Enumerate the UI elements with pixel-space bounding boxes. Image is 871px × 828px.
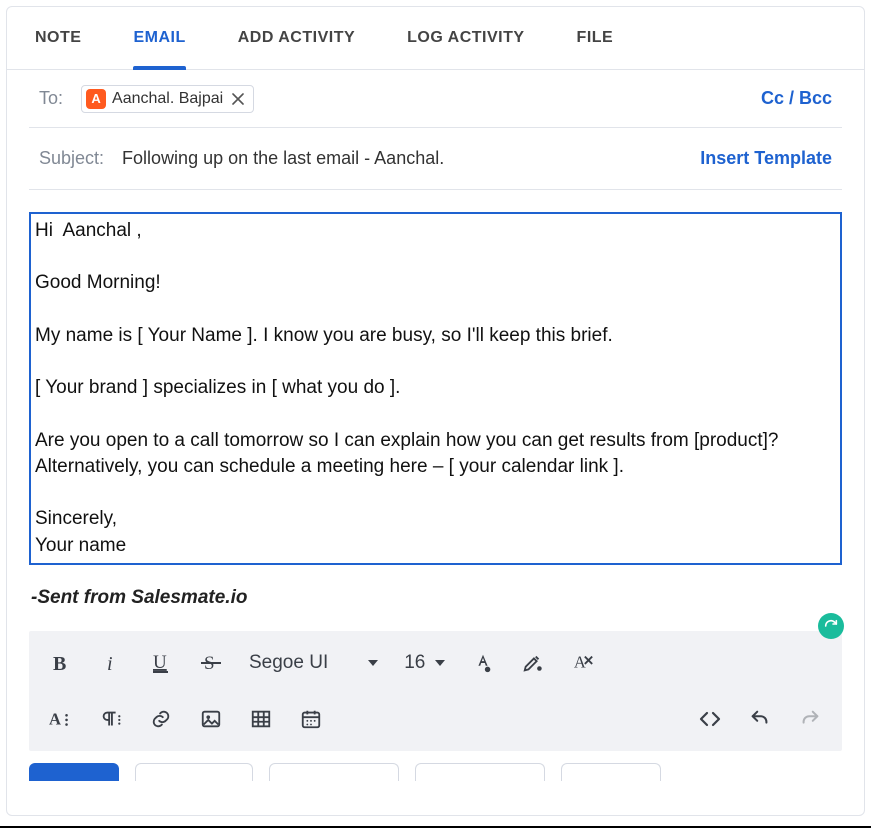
svg-text:U: U <box>153 652 167 673</box>
code-view-button[interactable] <box>688 699 732 739</box>
bold-button[interactable]: B <box>39 643 83 683</box>
insert-image-button[interactable] <box>189 699 233 739</box>
email-body-editor[interactable]: Hi Aanchal , Good Morning! My name is [ … <box>29 212 842 565</box>
remove-recipient-icon[interactable] <box>229 90 247 108</box>
highlight-color-button[interactable] <box>511 643 555 683</box>
secondary-button-4[interactable] <box>561 763 661 781</box>
sync-badge-icon[interactable] <box>818 613 844 639</box>
text-color-button[interactable] <box>461 643 505 683</box>
tab-log-activity[interactable]: LOG ACTIVITY <box>407 7 524 69</box>
tab-file[interactable]: FILE <box>577 7 614 69</box>
redo-button[interactable] <box>788 699 832 739</box>
chevron-down-icon <box>435 660 445 666</box>
insert-template-link[interactable]: Insert Template <box>700 148 842 169</box>
to-row: To: A Aanchal. Bajpai Cc / Bcc <box>29 70 842 128</box>
clear-formatting-button[interactable]: A <box>561 643 605 683</box>
strikethrough-button[interactable]: S <box>189 643 233 683</box>
secondary-button-1[interactable] <box>135 763 253 781</box>
compose-tabs: NOTE EMAIL ADD ACTIVITY LOG ACTIVITY FIL… <box>7 7 864 70</box>
secondary-button-3[interactable] <box>415 763 545 781</box>
font-family-value: Segoe UI <box>249 652 328 674</box>
insert-calendar-button[interactable] <box>289 699 333 739</box>
font-size-value: 16 <box>404 652 425 674</box>
send-button[interactable] <box>29 763 119 781</box>
svg-text:A: A <box>49 709 61 728</box>
chevron-down-icon <box>368 660 378 666</box>
avatar: A <box>86 89 106 109</box>
italic-button[interactable]: i <box>89 643 133 683</box>
signature-text: -Sent from Salesmate.io <box>9 587 864 609</box>
insert-table-button[interactable] <box>239 699 283 739</box>
font-size-select[interactable]: 16 <box>394 652 455 674</box>
subject-label: Subject: <box>39 148 104 169</box>
font-family-select[interactable]: Segoe UI <box>239 652 388 674</box>
recipient-chip[interactable]: A Aanchal. Bajpai <box>81 85 254 113</box>
undo-button[interactable] <box>738 699 782 739</box>
svg-text:i: i <box>107 653 113 674</box>
tab-email[interactable]: EMAIL <box>133 7 185 69</box>
underline-button[interactable]: U <box>139 643 183 683</box>
insert-link-button[interactable] <box>139 699 183 739</box>
subject-input[interactable]: Following up on the last email - Aanchal… <box>122 148 444 169</box>
secondary-button-2[interactable] <box>269 763 399 781</box>
tab-add-activity[interactable]: ADD ACTIVITY <box>238 7 355 69</box>
subject-row: Subject: Following up on the last email … <box>29 128 842 190</box>
format-toolbar: B i U S Segoe UI 16 <box>29 631 842 751</box>
cc-bcc-link[interactable]: Cc / Bcc <box>761 88 842 109</box>
to-label: To: <box>39 88 63 109</box>
recipient-name: Aanchal. Bajpai <box>112 90 223 108</box>
svg-text:A: A <box>574 652 586 671</box>
paragraph-format-button[interactable] <box>89 699 133 739</box>
action-buttons-row <box>7 751 864 781</box>
tab-note[interactable]: NOTE <box>35 7 81 69</box>
more-text-styles-button[interactable]: A <box>39 699 83 739</box>
svg-text:B: B <box>53 653 66 674</box>
